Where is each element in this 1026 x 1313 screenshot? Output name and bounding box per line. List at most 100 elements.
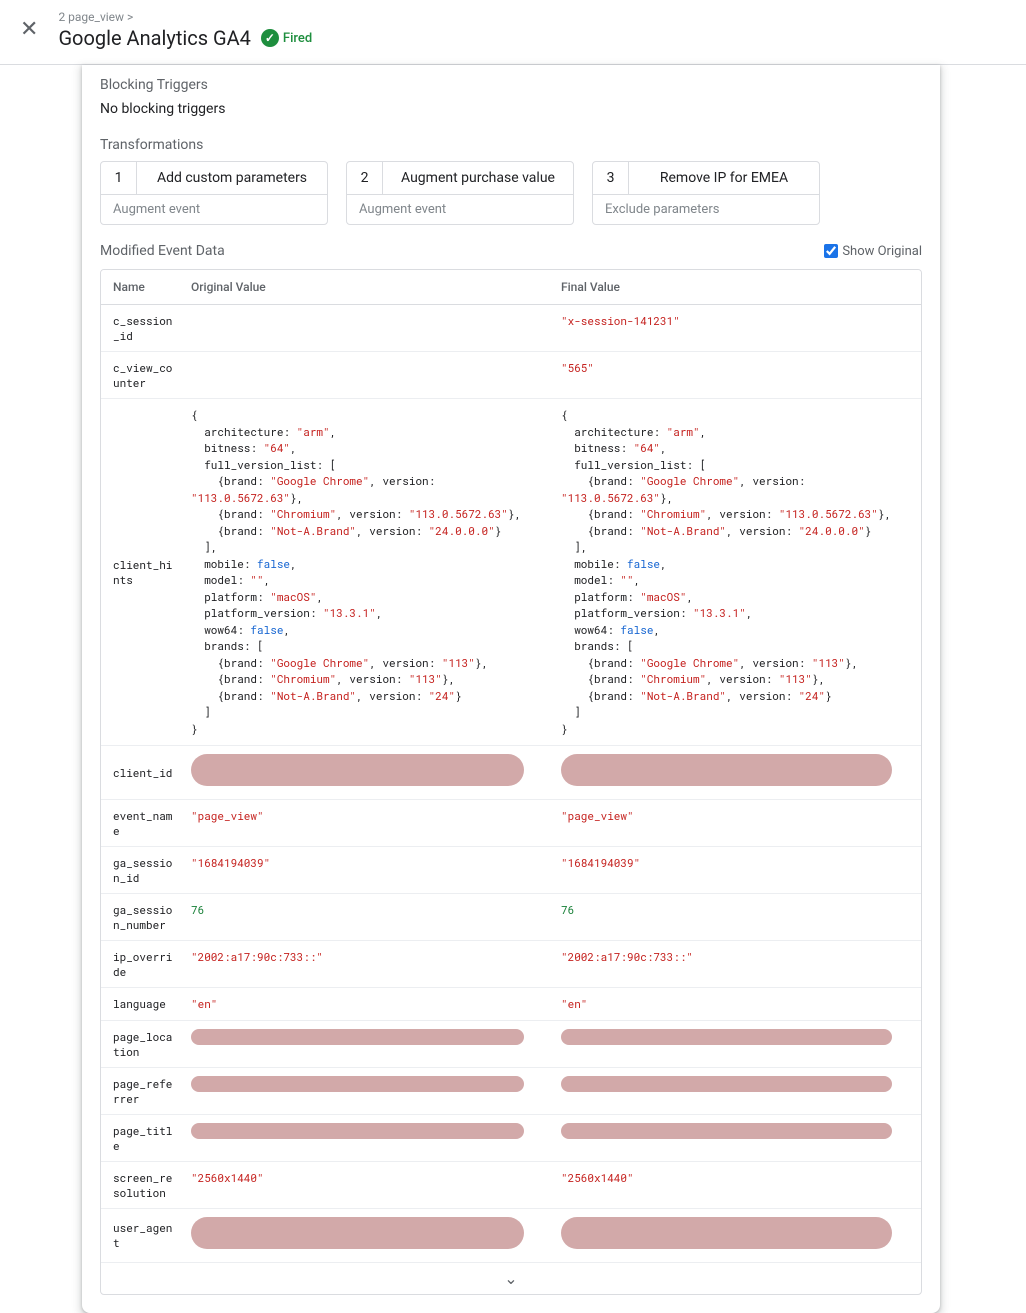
cell-final: 76: [553, 894, 921, 940]
tc-sub: Augment event: [347, 194, 573, 224]
cell-name: client_id: [101, 746, 183, 799]
show-original-checkbox[interactable]: [824, 244, 838, 258]
cell-name: event_name: [101, 800, 183, 846]
title-row: Google Analytics GA4 ✓ Fired: [58, 26, 1006, 50]
data-table: Name Original Value Final Value c_sessio…: [100, 269, 922, 1295]
redacted-value: [561, 1076, 892, 1092]
tc-num: 2: [347, 162, 383, 194]
redacted-value: [191, 1076, 524, 1092]
transformations-row: 1Add custom parametersAugment event2Augm…: [100, 161, 922, 225]
fired-badge: ✓ Fired: [261, 29, 312, 47]
cell-original: "en": [183, 988, 553, 1021]
cell-name: page_location: [101, 1021, 183, 1067]
table-row: ga_session_id"1684194039""1684194039": [101, 847, 921, 894]
col-header-final: Final Value: [553, 270, 921, 304]
redacted-value: [561, 1123, 892, 1139]
close-icon[interactable]: ✕: [20, 19, 38, 41]
header-content: 2 page_view > Google Analytics GA4 ✓ Fir…: [58, 10, 1006, 50]
redacted-value: [561, 1217, 892, 1249]
blocking-triggers-empty: No blocking triggers: [100, 101, 922, 125]
table-row: c_session_id "x-session-141231": [101, 305, 921, 352]
table-row: language"en""en": [101, 988, 921, 1022]
table-row: ip_override"2002:a17:90c:733::""2002:a17…: [101, 941, 921, 988]
show-original-label: Show Original: [842, 244, 922, 259]
tc-top: 2Augment purchase value: [347, 162, 573, 194]
table-row: page_referrer: [101, 1068, 921, 1115]
cell-final: "x-session-141231": [553, 305, 921, 351]
page-title: Google Analytics GA4: [58, 26, 250, 50]
cell-final: [553, 1021, 921, 1067]
cell-original: [183, 1115, 553, 1161]
tc-name: Augment purchase value: [383, 162, 573, 194]
cell-name: page_title: [101, 1115, 183, 1161]
transformation-card[interactable]: 3Remove IP for EMEAExclude parameters: [592, 161, 820, 225]
fired-label: Fired: [283, 31, 312, 46]
table-row: event_name"page_view""page_view": [101, 800, 921, 847]
tc-top: 3Remove IP for EMEA: [593, 162, 819, 194]
table-row: c_view_counter"565": [101, 352, 921, 399]
cell-original: [183, 746, 553, 799]
cell-name: ga_session_id: [101, 847, 183, 893]
redacted-value: [561, 1029, 892, 1045]
tc-name: Remove IP for EMEA: [629, 162, 819, 194]
cell-name: ga_session_number: [101, 894, 183, 940]
col-header-name: Name: [101, 270, 183, 304]
cell-final: "en": [553, 988, 921, 1021]
panel: Blocking Triggers No blocking triggers T…: [82, 65, 940, 1313]
cell-final: { architecture: "arm", bitness: "64", fu…: [553, 399, 921, 745]
cell-final: "1684194039": [553, 847, 921, 893]
transformation-card[interactable]: 1Add custom parametersAugment event: [100, 161, 328, 225]
tc-name: Add custom parameters: [137, 162, 327, 194]
med-header: Modified Event Data Show Original: [100, 225, 922, 269]
cell-name: screen_resolution: [101, 1162, 183, 1208]
table-row: client_id: [101, 746, 921, 800]
cell-final: [553, 1068, 921, 1114]
cell-original: [183, 1021, 553, 1067]
cell-original: [183, 305, 553, 351]
table-header: Name Original Value Final Value: [101, 270, 921, 305]
cell-original: [183, 1209, 553, 1262]
expand-row[interactable]: ⌄: [101, 1262, 921, 1294]
cell-original: "1684194039": [183, 847, 553, 893]
tc-top: 1Add custom parameters: [101, 162, 327, 194]
cell-name: client_hints: [101, 399, 183, 745]
cell-name: page_referrer: [101, 1068, 183, 1114]
table-row: page_title: [101, 1115, 921, 1162]
cell-original: "2002:a17:90c:733::": [183, 941, 553, 987]
chevron-down-icon: ⌄: [504, 1269, 517, 1288]
breadcrumb[interactable]: 2 page_view >: [58, 10, 1006, 24]
blocking-triggers-title: Blocking Triggers: [100, 65, 922, 101]
table-row: screen_resolution"2560x1440""2560x1440": [101, 1162, 921, 1209]
cell-original: 76: [183, 894, 553, 940]
redacted-value: [561, 754, 892, 786]
table-row: client_hints{ architecture: "arm", bitne…: [101, 399, 921, 746]
tc-num: 1: [101, 162, 137, 194]
cell-final: "565": [553, 352, 921, 398]
tc-sub: Augment event: [101, 194, 327, 224]
cell-name: ip_override: [101, 941, 183, 987]
transformations-title: Transformations: [100, 125, 922, 161]
cell-original: { architecture: "arm", bitness: "64", fu…: [183, 399, 553, 745]
cell-final: "2560x1440": [553, 1162, 921, 1208]
show-original-toggle[interactable]: Show Original: [824, 244, 922, 259]
cell-final: "page_view": [553, 800, 921, 846]
cell-name: language: [101, 988, 183, 1021]
cell-original: "2560x1440": [183, 1162, 553, 1208]
cell-original: [183, 1068, 553, 1114]
redacted-value: [191, 1217, 524, 1249]
table-row: user_agent: [101, 1209, 921, 1262]
cell-final: [553, 746, 921, 799]
cell-name: c_session_id: [101, 305, 183, 351]
redacted-value: [191, 1123, 524, 1139]
check-icon: ✓: [261, 29, 279, 47]
cell-original: [183, 352, 553, 398]
cell-original: "page_view": [183, 800, 553, 846]
transformation-card[interactable]: 2Augment purchase valueAugment event: [346, 161, 574, 225]
tc-num: 3: [593, 162, 629, 194]
redacted-value: [191, 754, 524, 786]
med-title: Modified Event Data: [100, 243, 225, 259]
header: ✕ 2 page_view > Google Analytics GA4 ✓ F…: [0, 0, 1026, 65]
cell-final: "2002:a17:90c:733::": [553, 941, 921, 987]
tc-sub: Exclude parameters: [593, 194, 819, 224]
redacted-value: [191, 1029, 524, 1045]
